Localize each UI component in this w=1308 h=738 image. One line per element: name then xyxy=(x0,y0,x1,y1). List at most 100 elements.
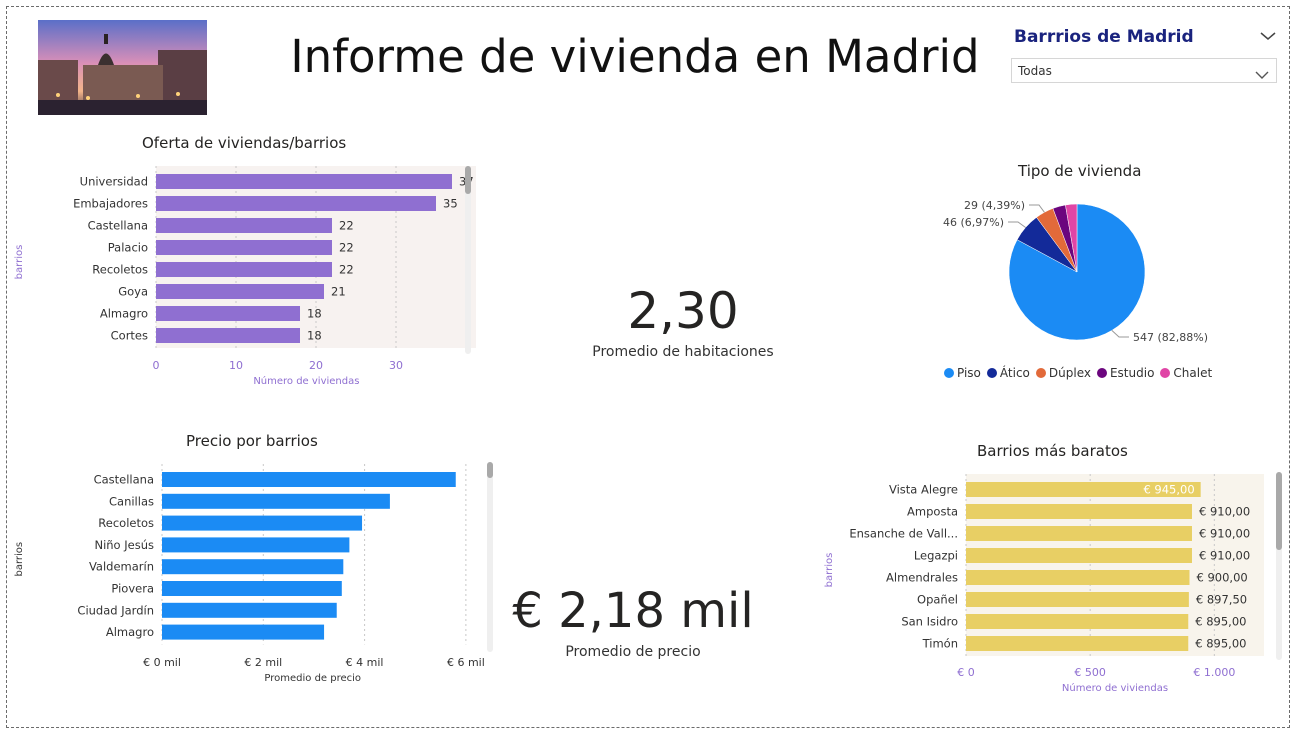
legend-item[interactable]: Piso xyxy=(944,366,981,380)
pie-data-label: 46 (6,97%) xyxy=(943,216,1004,229)
legend-label: Dúplex xyxy=(1048,366,1091,380)
category-label: Opañel xyxy=(917,593,958,607)
bar[interactable] xyxy=(966,526,1192,541)
type-chart-title: Tipo de vivienda xyxy=(1018,162,1142,180)
bar[interactable] xyxy=(162,493,390,509)
bar[interactable] xyxy=(156,218,332,233)
x-tick-label: € 2 mil xyxy=(244,656,282,669)
offer-chart-title: Oferta de viviendas/barrios xyxy=(142,134,347,152)
neighborhood-dropdown[interactable]: Todas xyxy=(1011,58,1277,83)
legend-marker xyxy=(986,368,997,378)
legend-item[interactable]: Chalet xyxy=(1160,366,1212,380)
price-kpi-label: Promedio de precio xyxy=(565,644,701,660)
data-label: € 897,50 xyxy=(1196,593,1247,607)
price-bar-chart[interactable]: barrios € 0 mil € 2 mil € 4 mil € 6 mil Prome… xyxy=(0,460,510,690)
category-label: Niño Jesús xyxy=(94,538,154,552)
data-label: 22 xyxy=(339,241,354,255)
legend-marker xyxy=(1035,368,1046,378)
bar[interactable] xyxy=(156,284,324,299)
bar[interactable] xyxy=(162,559,344,575)
category-label: Legazpi xyxy=(914,549,958,563)
legend-item[interactable]: Dúplex xyxy=(1035,366,1091,380)
bar[interactable] xyxy=(966,548,1192,563)
bar[interactable] xyxy=(162,472,456,487)
legend-label: Piso xyxy=(957,366,981,380)
scroll-thumb[interactable] xyxy=(487,462,493,478)
bar[interactable] xyxy=(966,592,1189,607)
bar[interactable] xyxy=(966,614,1189,629)
scroll-thumb[interactable] xyxy=(465,166,471,194)
legend-marker xyxy=(1096,368,1107,378)
category-label: Castellana xyxy=(94,473,154,487)
bar[interactable] xyxy=(156,240,332,255)
cheap-chart-scrollbar[interactable] xyxy=(1276,472,1282,660)
x-tick-label: € 500 xyxy=(1074,666,1106,679)
category-label: Embajadores xyxy=(73,197,148,211)
category-label: Piovera xyxy=(111,582,154,596)
bar[interactable] xyxy=(162,515,363,531)
data-label: € 910,00 xyxy=(1199,549,1250,563)
x-axis-title: Número de viviendas xyxy=(253,375,359,387)
y-axis-title: barrios xyxy=(14,245,25,280)
offer-bar-chart[interactable]: barrios 0 10 20 30 Número de viviendas Univers… xyxy=(0,155,480,400)
category-label: Castellana xyxy=(88,219,148,233)
pie-data-label: 547 (82,88%) xyxy=(1133,331,1208,344)
data-label: 21 xyxy=(331,285,346,299)
category-label: Recoletos xyxy=(92,263,148,277)
bar[interactable] xyxy=(162,602,337,618)
bar[interactable] xyxy=(966,570,1190,585)
type-pie-chart[interactable]: 547 (82,88%) 46 (6,97%) 29 (4,39%) xyxy=(930,185,1220,355)
bar[interactable] xyxy=(156,328,300,343)
bar[interactable] xyxy=(162,537,350,553)
bar[interactable] xyxy=(156,262,332,277)
legend-item[interactable]: Estudio xyxy=(1096,366,1155,380)
leader-line xyxy=(1111,330,1129,338)
chevron-down-icon xyxy=(1255,65,1269,79)
bar[interactable] xyxy=(156,306,300,321)
bar[interactable] xyxy=(966,504,1192,519)
data-label: 18 xyxy=(307,329,322,343)
offer-chart-scrollbar[interactable] xyxy=(465,166,471,354)
bar[interactable] xyxy=(156,174,452,189)
category-label: Palacio xyxy=(108,241,148,255)
cheap-chart-title: Barrios más baratos xyxy=(977,442,1128,460)
x-tick-label: € 6 mil xyxy=(447,656,485,669)
category-label: Recoletos xyxy=(98,516,154,530)
rooms-kpi-label: Promedio de habitaciones xyxy=(592,344,774,360)
bar[interactable] xyxy=(156,196,436,211)
category-label: Almagro xyxy=(100,307,148,321)
report-title: Informe de vivienda en Madrid xyxy=(290,30,980,83)
bar[interactable] xyxy=(162,624,325,640)
scroll-thumb[interactable] xyxy=(1276,472,1282,550)
x-tick-label: 10 xyxy=(229,359,243,372)
x-tick-label: € 1.000 xyxy=(1193,666,1235,679)
category-label: Canillas xyxy=(109,494,154,508)
legend-label: Estudio xyxy=(1109,366,1155,380)
legend-label: Chalet xyxy=(1173,366,1213,380)
slicer-title: Barrrios de Madrid xyxy=(1014,27,1194,47)
leader-line xyxy=(1008,221,1026,228)
x-tick-label: € 4 mil xyxy=(346,656,384,669)
bar[interactable] xyxy=(966,636,1189,651)
x-axis-title: Número de viviendas xyxy=(1062,682,1168,694)
x-tick-label: 30 xyxy=(389,359,403,372)
data-label: 35 xyxy=(443,197,458,211)
data-label: € 910,00 xyxy=(1199,505,1250,519)
cheap-bar-chart[interactable]: barrios € 0 € 500 € 1.000 Número de vivienda… xyxy=(810,465,1270,700)
legend-item[interactable]: Ático xyxy=(986,366,1030,380)
data-label: € 945,00 xyxy=(1143,483,1194,497)
chevron-down-icon[interactable] xyxy=(1259,28,1277,42)
x-tick-label: 0 xyxy=(153,359,160,372)
category-label: Cortes xyxy=(111,329,148,343)
category-label: Timón xyxy=(922,637,958,651)
x-tick-label: € 0 mil xyxy=(143,656,181,669)
madrid-header-image xyxy=(38,20,207,115)
data-label: € 895,00 xyxy=(1195,637,1246,651)
data-label: 22 xyxy=(339,219,354,233)
bar[interactable] xyxy=(162,581,342,596)
type-pie-legend: Piso Ático Dúplex Estudio Chalet xyxy=(944,366,1212,380)
y-axis-title: barrios xyxy=(824,553,835,588)
price-chart-scrollbar[interactable] xyxy=(487,462,493,652)
category-label: Ensanche de Vall... xyxy=(849,527,958,541)
x-tick-label: 20 xyxy=(309,359,323,372)
